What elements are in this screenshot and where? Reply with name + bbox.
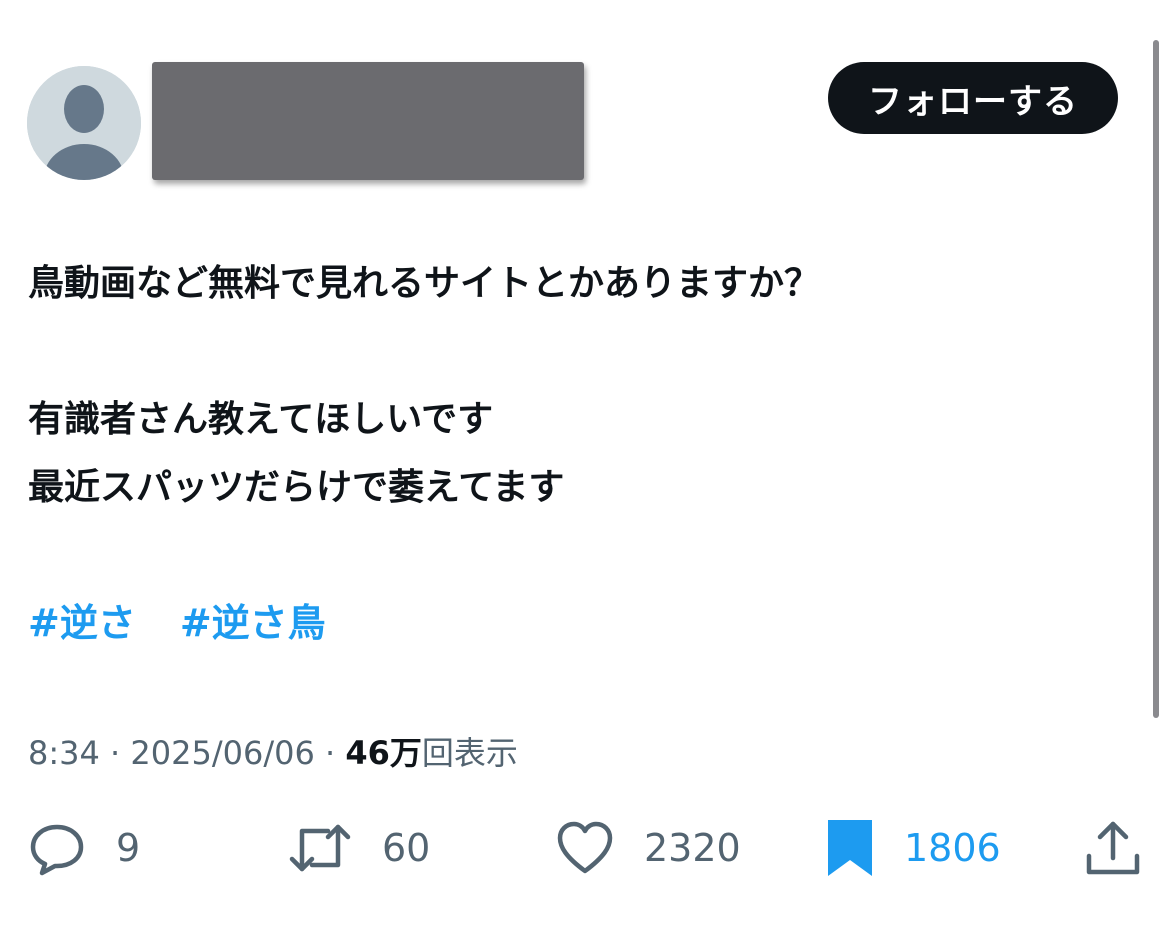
tweet-line: 最近スパッツだらけで萎えてます (28, 467, 565, 508)
meta-separator: · (99, 734, 131, 772)
tweet-date[interactable]: 2025/06/06 (130, 734, 314, 772)
tweet-meta: 8:34 · 2025/06/06 · 46万回表示 (28, 728, 518, 774)
action-bar: 9 60 2320 1806 (0, 812, 1170, 884)
hashtags: #逆さ #逆さ鳥 (28, 592, 326, 647)
meta-separator: · (314, 734, 346, 772)
tweet-time[interactable]: 8:34 (28, 734, 100, 772)
tweet-text: 鳥動画など無料で見れるサイトとかありますか？ 有識者さん教えてほしいです 最近ス… (28, 250, 1108, 522)
bookmark-count: 1806 (904, 826, 1001, 870)
views-count: 46万 (345, 734, 422, 772)
tweet-line: 鳥動画など無料で見れるサイトとかありますか？ (28, 263, 821, 304)
retweet-icon (289, 824, 351, 872)
bookmark-button[interactable]: 1806 (826, 812, 1001, 884)
reply-count: 9 (116, 826, 141, 870)
share-button[interactable] (1084, 812, 1142, 884)
default-profile-icon (27, 66, 141, 180)
heart-icon (557, 821, 613, 874)
scrollbar[interactable] (1153, 40, 1159, 718)
like-count: 2320 (644, 826, 741, 870)
reply-icon (30, 824, 84, 876)
hashtag-link[interactable]: #逆さ鳥 (180, 592, 326, 647)
bookmark-filled-icon (828, 820, 872, 876)
like-button[interactable]: 2320 (556, 812, 741, 884)
hashtag-link[interactable]: #逆さ (28, 592, 136, 647)
follow-button[interactable]: フォローする (828, 62, 1118, 134)
reply-button[interactable]: 9 (28, 812, 140, 884)
retweet-count: 60 (382, 826, 431, 870)
share-icon (1086, 821, 1140, 875)
tweet-line: 有識者さん教えてほしいです (28, 399, 494, 440)
avatar[interactable] (27, 66, 141, 180)
redacted-username (152, 62, 584, 180)
retweet-button[interactable]: 60 (288, 812, 430, 884)
views-label: 回表示 (421, 734, 518, 772)
